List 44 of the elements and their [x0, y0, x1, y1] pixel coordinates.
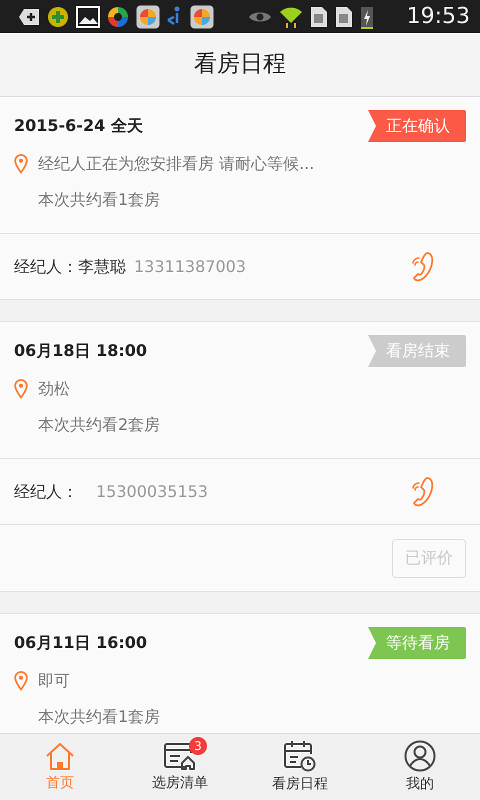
- calendar-clock-icon: [283, 740, 317, 772]
- tab-item[interactable]: 3 选房清单: [120, 734, 240, 800]
- home-icon: [44, 740, 76, 770]
- location-text: 劲松: [38, 378, 70, 400]
- notification-add-icon: [18, 8, 40, 26]
- location-text: 即可: [38, 670, 70, 692]
- count-badge: 3: [189, 736, 207, 754]
- sim-card-icon: [335, 6, 353, 28]
- phone-icon[interactable]: [410, 474, 436, 508]
- list-house-icon: [163, 740, 197, 770]
- image-icon: [76, 6, 100, 28]
- tab-item[interactable]: 看房日程: [240, 734, 360, 800]
- location-text: 经纪人正在为您安排看房 请耐心等候...: [38, 153, 314, 175]
- tab-label: 看房日程: [272, 774, 328, 794]
- house-count: 本次共约看1套房: [37, 706, 162, 728]
- tab-label: 选房清单: [152, 774, 208, 792]
- location-pin-icon: [14, 671, 28, 691]
- appointment-date: 06月18日 18:00: [14, 340, 148, 362]
- location-pin-icon: [14, 379, 28, 399]
- tab-label: 首页: [46, 774, 74, 792]
- app-icon: [47, 6, 69, 28]
- appointment-date: 06月11日 16:00: [14, 632, 148, 654]
- page-title: 看房日程: [194, 50, 286, 80]
- agent-name: 李慧聪: [78, 256, 126, 278]
- app-icon: [107, 6, 129, 28]
- house-count: 本次共约看2套房: [37, 414, 162, 436]
- app-icon: [136, 4, 160, 28]
- agent-label: 经纪人：: [14, 480, 78, 502]
- agent-phone: 15300035153: [96, 480, 208, 502]
- app-icon: [190, 4, 214, 28]
- tab-item[interactable]: 我的: [360, 734, 480, 800]
- sim-card-icon: [310, 6, 328, 28]
- status-tag: 等待看房: [368, 627, 466, 659]
- house-count: 本次共约看1套房: [37, 189, 162, 211]
- wifi-icon: [279, 4, 303, 28]
- status-tag: 正在确认: [368, 110, 466, 142]
- location-pin-icon: [14, 154, 28, 174]
- phone-icon[interactable]: [410, 250, 436, 284]
- appointment-date: 2015-6-24 全天: [14, 115, 143, 137]
- agent-phone: 13311387003: [134, 256, 246, 278]
- agent-label: 经纪人：: [14, 256, 78, 278]
- tab-label: 我的: [406, 774, 434, 794]
- status-time: 19:53: [406, 3, 470, 31]
- user-icon: [404, 740, 436, 772]
